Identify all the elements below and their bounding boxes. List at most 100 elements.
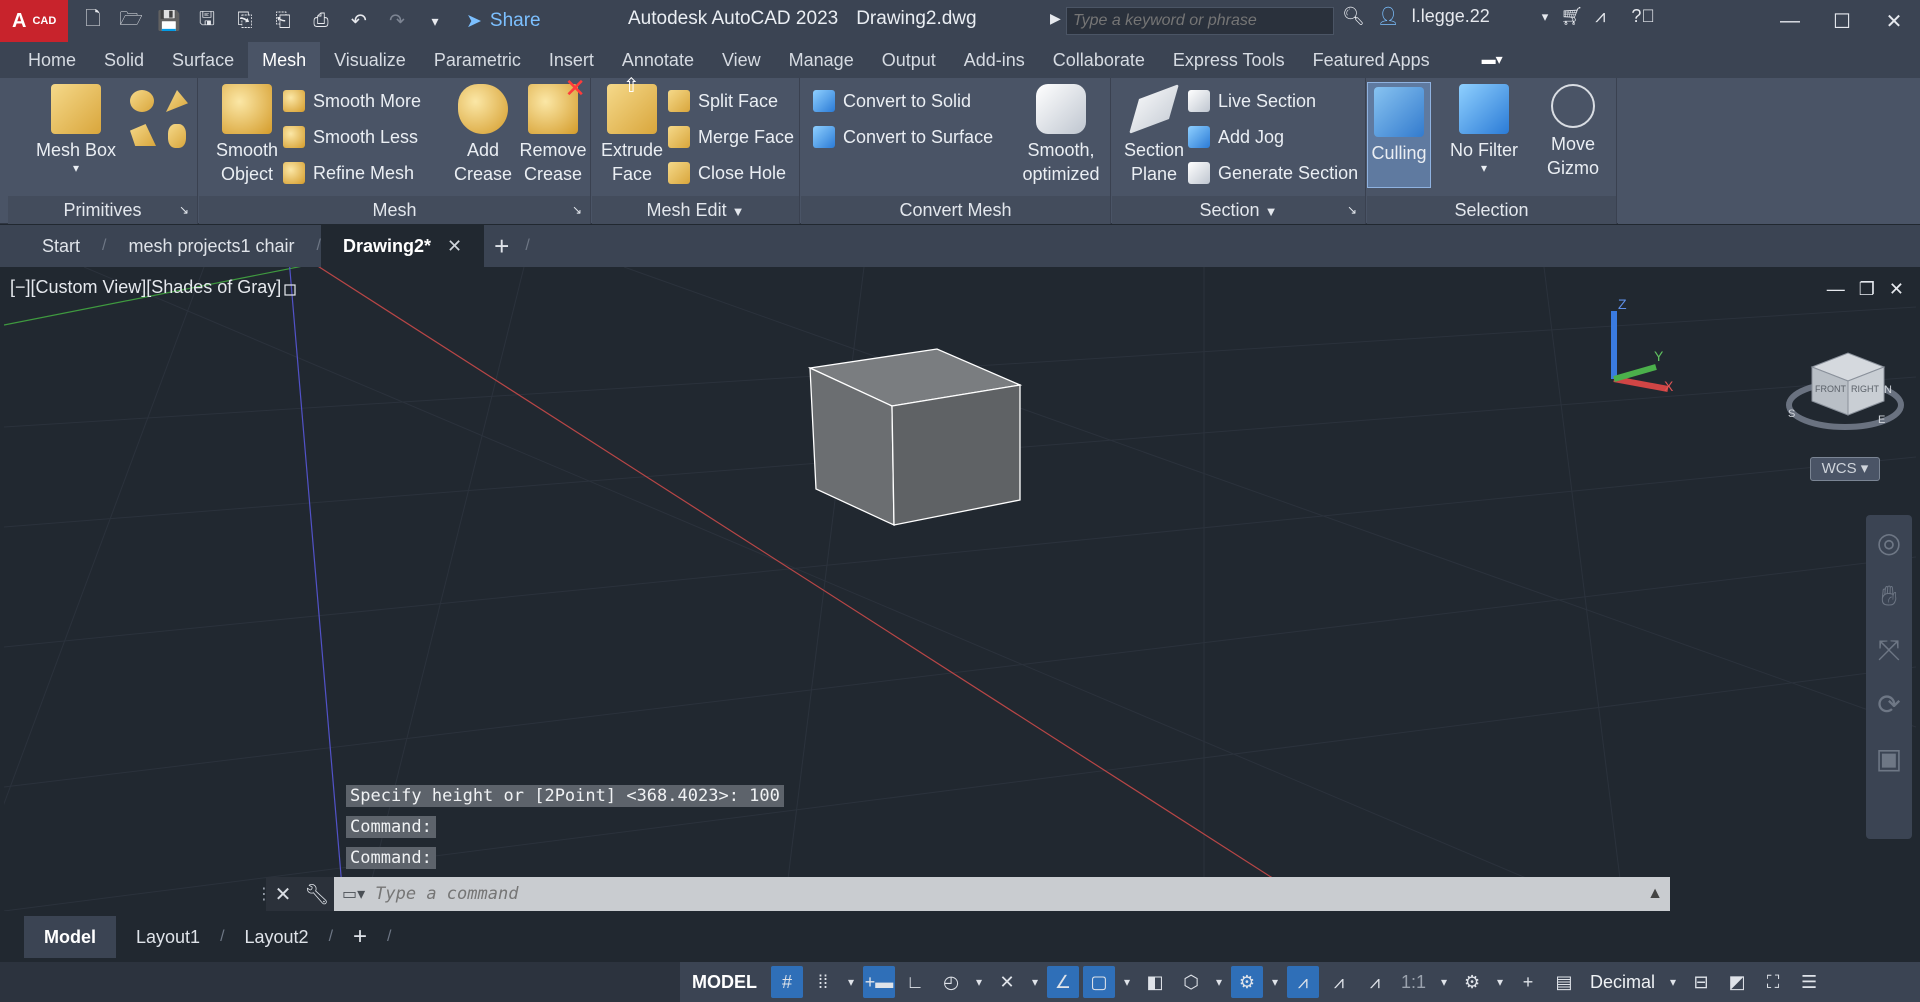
mesh-dialog-launcher-icon[interactable]: ↘ [572,196,582,224]
new-icon[interactable]: 🗋 [80,8,106,34]
plot-icon[interactable]: ⎙ [308,8,334,34]
save-as-icon[interactable]: 🖫 [194,8,220,34]
refine-mesh-button[interactable]: Refine Mesh [283,159,414,187]
generate-section-button[interactable]: Generate Section [1188,159,1358,187]
customization-menu-icon[interactable]: ☰ [1793,966,1825,998]
grid-icon[interactable]: # [771,966,803,998]
polar-tracking-icon[interactable]: ◴ [935,966,967,998]
new-layout-icon[interactable]: + [333,916,387,958]
close-icon[interactable]: ✕ [1868,0,1920,42]
object-snap-tracking-icon[interactable]: ∠ [1047,966,1079,998]
quick-properties-icon[interactable]: ⊟ [1685,966,1717,998]
merge-face-button[interactable]: Merge Face [668,123,794,151]
units-icon[interactable]: ▤ [1548,966,1580,998]
viewport-restore-icon[interactable]: ❐ [1859,279,1875,300]
open-from-web-icon[interactable]: ⎘ [232,8,258,34]
user-dropdown-icon[interactable]: ▾ [1542,9,1549,25]
convert-to-solid-button[interactable]: Convert to Solid [813,87,971,115]
gizmo-icon[interactable]: ⚙︎ [1231,966,1263,998]
search-icon[interactable]: 🔍︎ [1342,6,1365,27]
command-line-customize-icon[interactable]: 🔧︎ [300,877,334,911]
annotation-monitor-icon[interactable]: + [1512,966,1544,998]
no-filter-dropdown-icon[interactable]: ▾ [1439,162,1529,174]
mesh-box-object[interactable] [807,348,1023,527]
show-lineweight-icon[interactable]: ◧ [1139,966,1171,998]
tab-express-tools[interactable]: Express Tools [1159,42,1299,78]
add-crease-button[interactable]: Add Crease [451,84,515,186]
live-section-button[interactable]: Live Section [1188,87,1316,115]
tab-add-ins[interactable]: Add-ins [950,42,1039,78]
workspace-gear-icon[interactable]: ⚙ [1456,966,1488,998]
smooth-less-button[interactable]: Smooth Less [283,123,418,151]
panel-title-selection[interactable]: Selection [1367,196,1616,224]
orbit-icon[interactable]: ⟳ [1866,677,1912,731]
mesh-torus-icon[interactable] [168,124,186,148]
annotation-scale-value[interactable]: 1:1 [1393,972,1434,993]
command-history-toggle-icon[interactable]: ▲ [1640,885,1670,903]
smooth-more-button[interactable]: Smooth More [283,87,421,115]
command-line-grip-icon[interactable]: ⋮ [256,884,272,904]
file-tab-start[interactable]: Start [20,225,102,267]
tab-solid[interactable]: Solid [90,42,158,78]
steering-wheel-icon[interactable]: ◎ [1866,515,1912,569]
maximize-icon[interactable]: ☐ [1816,0,1868,42]
wcs-menu[interactable]: WCS ▾ [1810,457,1880,481]
convert-to-surface-button[interactable]: Convert to Surface [813,123,993,151]
scale-dropdown-icon[interactable]: ▾ [1436,966,1452,998]
autodesk-app-icon[interactable]: ⩘ [1595,6,1605,27]
tab-parametric[interactable]: Parametric [420,42,535,78]
section-expand-icon[interactable]: ▼ [1265,204,1278,219]
panel-title-section[interactable]: Section ▼ ↘ [1112,196,1365,224]
annotation-visibility-icon[interactable]: ⩘ [1287,966,1319,998]
layout-tab-layout1[interactable]: Layout1 [116,916,220,958]
layout-tab-model[interactable]: Model [24,916,116,958]
isodraft-icon[interactable]: ✕ [991,966,1023,998]
move-gizmo-button[interactable]: Move Gizmo [1533,84,1613,180]
save-to-web-icon[interactable]: ⎗ [270,8,296,34]
mesh-wedge-icon[interactable] [130,124,156,146]
tab-manage[interactable]: Manage [775,42,868,78]
tab-home[interactable]: Home [14,42,90,78]
help-search-input[interactable] [1066,7,1334,35]
close-hole-button[interactable]: Close Hole [668,159,786,187]
file-tab-mesh-projects1-chair[interactable]: mesh projects1 chair [106,225,316,267]
graphics-performance-icon[interactable]: ◩ [1721,966,1753,998]
tab-view[interactable]: View [708,42,775,78]
tab-collaborate[interactable]: Collaborate [1039,42,1159,78]
3d-object-snap-icon[interactable]: ⬡ [1175,966,1207,998]
save-icon[interactable]: 💾 [156,8,182,34]
ribbon-minimize-toggle-icon[interactable]: ▬▾ [1482,51,1518,69]
pan-icon[interactable]: ✋︎ [1866,569,1912,623]
units-value[interactable]: Decimal [1582,972,1663,993]
workspace-dropdown-icon[interactable]: ▾ [1492,966,1508,998]
mesh-box-button[interactable]: Mesh Box ▾ [26,84,126,174]
object-snap-dropdown-icon[interactable]: ▾ [1119,966,1135,998]
gizmo-dropdown-icon[interactable]: ▾ [1267,966,1283,998]
section-plane-button[interactable]: Section Plane [1116,84,1192,186]
share-button[interactable]: ➤ Share [466,10,541,33]
help-icon[interactable]: ?⃝ [1631,6,1655,27]
redo-icon[interactable]: ↷ [384,8,410,34]
clean-screen-icon[interactable]: ⛶ [1757,966,1789,998]
open-icon[interactable]: 🗁 [118,8,144,34]
mesh-cylinder-icon[interactable] [130,90,154,112]
application-menu-button[interactable]: A CAD [0,0,68,42]
viewcube[interactable]: FRONT RIGHT S E N [1786,352,1904,430]
primitives-dialog-launcher-icon[interactable]: ↘ [179,196,189,224]
customize-qat-icon[interactable]: ▾ [422,8,448,34]
model-space-toggle[interactable]: MODEL [680,972,769,993]
add-jog-button[interactable]: Add Jog [1188,123,1284,151]
section-dialog-launcher-icon[interactable]: ↘ [1347,196,1357,224]
recent-commands-icon[interactable]: ▭▾ [342,884,365,904]
split-face-button[interactable]: Split Face [668,87,778,115]
smooth-optimized-button[interactable]: Smooth, optimized [1013,84,1109,186]
cart-icon[interactable]: 🛒︎ [1560,6,1583,27]
viewport-controls-label[interactable]: [−][Custom View][Shades of Gray] [10,277,281,298]
layout-tab-layout2[interactable]: Layout2 [225,916,329,958]
extrude-face-button[interactable]: ⇧ Extrude Face [596,75,668,186]
mesh-box-dropdown-icon[interactable]: ▾ [26,162,126,174]
zoom-extents-icon[interactable]: ⤧ [1866,623,1912,677]
viewport-minimize-icon[interactable]: — [1827,279,1845,300]
panel-title-primitives[interactable]: Primitives ↘ [8,196,197,224]
infer-constraints-icon[interactable]: +▬ [863,966,895,998]
